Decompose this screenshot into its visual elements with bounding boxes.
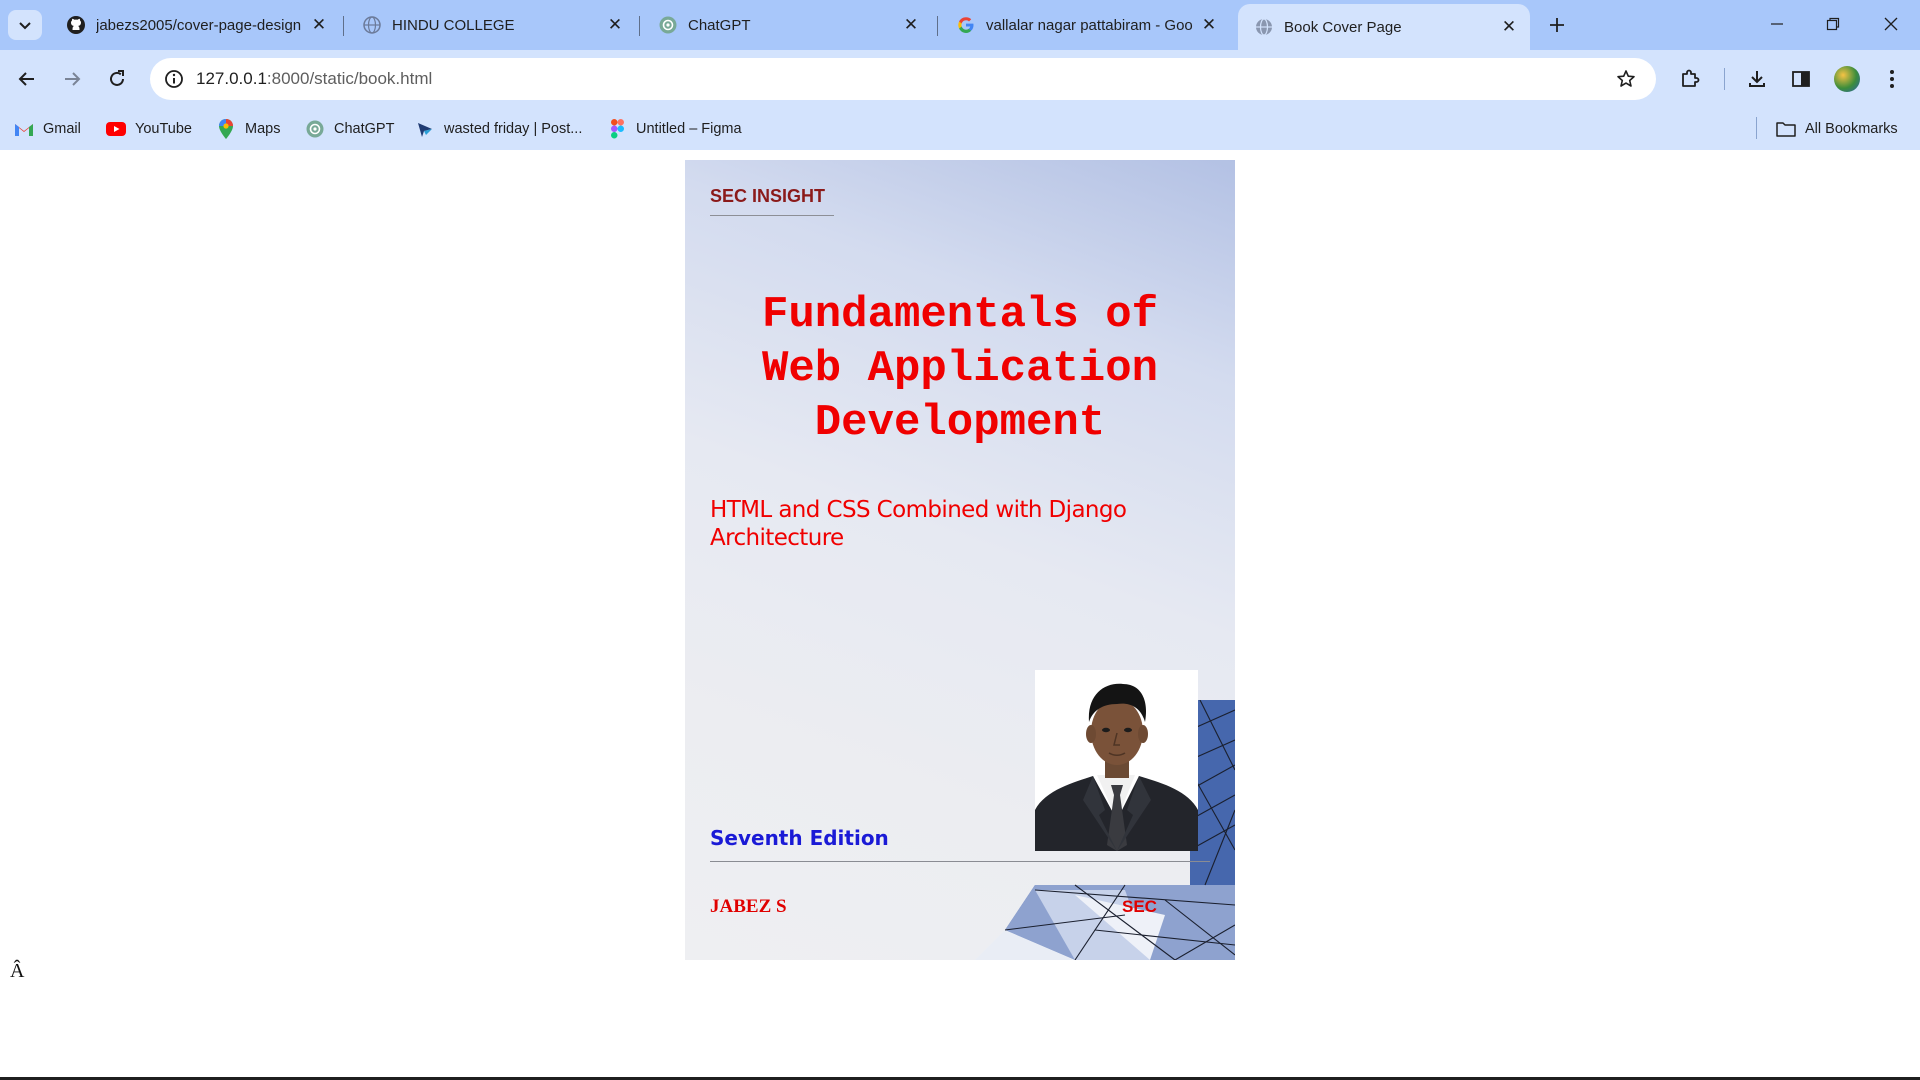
book-subtitle: HTML and CSS Combined with Django Archit… [710, 497, 1127, 551]
gmail-icon [14, 119, 34, 139]
author-portrait-image [1035, 670, 1198, 851]
arrow-right-icon [65, 72, 81, 86]
tab-chatgpt[interactable]: ChatGPT ✕ [642, 6, 932, 44]
restore-button[interactable] [1808, 6, 1858, 42]
title-line: Web Application [761, 344, 1159, 394]
book-cover: SEC INSIGHT Fundamentals of Web Applicat… [685, 160, 1235, 960]
url-text[interactable]: 127.0.0.1:8000/static/book.html [196, 69, 432, 89]
bookmark-label: wasted friday | Post... [444, 121, 583, 137]
tab-title: Book Cover Page [1284, 18, 1402, 36]
bookmark-figma[interactable]: Untitled – Figma [607, 116, 742, 142]
toolbar-separator [1724, 68, 1725, 90]
divider [710, 861, 1210, 862]
download-icon [1749, 71, 1765, 87]
restore-icon [1826, 17, 1840, 31]
bookmark-chatgpt[interactable]: ChatGPT [305, 116, 394, 142]
extensions-button[interactable] [1673, 62, 1707, 96]
tab-title: vallalar nagar pattabiram - Goo [986, 16, 1193, 34]
publisher-logo: SEC [1122, 897, 1157, 916]
tab-title: HINDU COLLEGE [392, 16, 515, 34]
close-icon[interactable]: ✕ [308, 14, 330, 36]
bookmark-gmail[interactable]: Gmail [14, 116, 81, 142]
bookmark-postman[interactable]: wasted friday | Post... [415, 116, 582, 142]
side-panel-icon [1792, 71, 1810, 87]
youtube-icon [106, 119, 126, 139]
window-close-button[interactable] [1866, 6, 1916, 42]
avatar [1834, 66, 1860, 92]
profile-button[interactable] [1830, 62, 1864, 96]
browser-toolbar: 127.0.0.1:8000/static/book.html [0, 50, 1920, 108]
bookmarks-bar: Gmail YouTube Maps ChatGPT wasted friday… [0, 108, 1920, 150]
forward-button[interactable] [55, 62, 89, 96]
chatgpt-icon [305, 119, 325, 139]
bookmark-maps[interactable]: Maps [216, 116, 280, 142]
bookmark-label: ChatGPT [334, 121, 395, 137]
close-icon[interactable]: ✕ [900, 14, 922, 36]
minimize-button[interactable] [1752, 6, 1802, 42]
maps-icon [216, 119, 236, 139]
book-edition: Seventh Edition [710, 826, 889, 850]
reload-button[interactable] [100, 62, 134, 96]
plus-icon [1550, 18, 1564, 32]
close-icon[interactable]: ✕ [1498, 16, 1520, 38]
close-icon[interactable]: ✕ [604, 14, 626, 36]
chatgpt-icon [658, 15, 678, 35]
book-title: Fundamentals of Web Application Developm… [705, 288, 1215, 450]
downloads-button[interactable] [1740, 62, 1774, 96]
tab-separator [937, 16, 938, 36]
page-content: SEC INSIGHT Fundamentals of Web Applicat… [0, 150, 1920, 1080]
author-name: JABEZ S [710, 896, 787, 917]
publisher-name: SEC INSIGHT [710, 186, 834, 216]
bookmark-star-icon[interactable] [1614, 67, 1638, 91]
bookmark-label: Gmail [43, 121, 81, 137]
tab-github[interactable]: jabezs2005/cover-page-design ✕ [50, 6, 340, 44]
tab-title: jabezs2005/cover-page-design [96, 16, 302, 34]
tab-strip: jabezs2005/cover-page-design ✕ HINDU COL… [0, 0, 1920, 50]
chevron-down-icon [19, 22, 31, 30]
tab-book-cover-page[interactable]: Book Cover Page ✕ [1238, 4, 1530, 50]
bookmark-youtube[interactable]: YouTube [106, 116, 192, 142]
stray-character: Â [10, 960, 25, 982]
title-line: Fundamentals of [761, 290, 1159, 340]
globe-icon [362, 15, 382, 35]
kebab-menu-icon [1890, 70, 1894, 88]
close-icon [1884, 17, 1898, 31]
tab-google-search[interactable]: vallalar nagar pattabiram - Goo ✕ [940, 6, 1230, 44]
puzzle-icon [1682, 69, 1700, 87]
url-path: :8000/static/book.html [266, 69, 433, 88]
minimize-icon [1771, 23, 1783, 25]
title-line: Development [814, 398, 1106, 448]
github-icon [66, 15, 86, 35]
postman-icon [415, 119, 435, 139]
back-button[interactable] [10, 62, 44, 96]
new-tab-button[interactable] [1542, 10, 1572, 40]
folder-icon [1776, 119, 1796, 139]
author-photo [1035, 670, 1198, 851]
url-host: 127.0.0.1 [196, 69, 267, 88]
bookmark-label: All Bookmarks [1805, 121, 1898, 137]
close-icon[interactable]: ✕ [1198, 14, 1220, 36]
tab-separator [343, 16, 344, 36]
globe-icon [1254, 17, 1274, 37]
tab-hindu-college[interactable]: HINDU COLLEGE ✕ [346, 6, 636, 44]
bookmarks-separator [1756, 117, 1757, 139]
tab-search-button[interactable] [8, 10, 42, 40]
address-bar[interactable]: 127.0.0.1:8000/static/book.html [150, 58, 1656, 100]
bookmark-label: YouTube [135, 121, 192, 137]
tab-title: ChatGPT [688, 16, 751, 34]
tab-separator [639, 16, 640, 36]
figma-icon [607, 119, 627, 139]
arrow-left-icon [18, 72, 34, 86]
bookmark-label: Maps [245, 121, 281, 137]
bookmark-label: Untitled – Figma [636, 121, 742, 137]
side-panel-button[interactable] [1784, 62, 1818, 96]
site-info-icon[interactable] [162, 67, 186, 91]
reload-icon [110, 70, 124, 86]
all-bookmarks-button[interactable]: All Bookmarks [1776, 116, 1898, 142]
menu-button[interactable] [1875, 62, 1909, 96]
google-icon [956, 15, 976, 35]
